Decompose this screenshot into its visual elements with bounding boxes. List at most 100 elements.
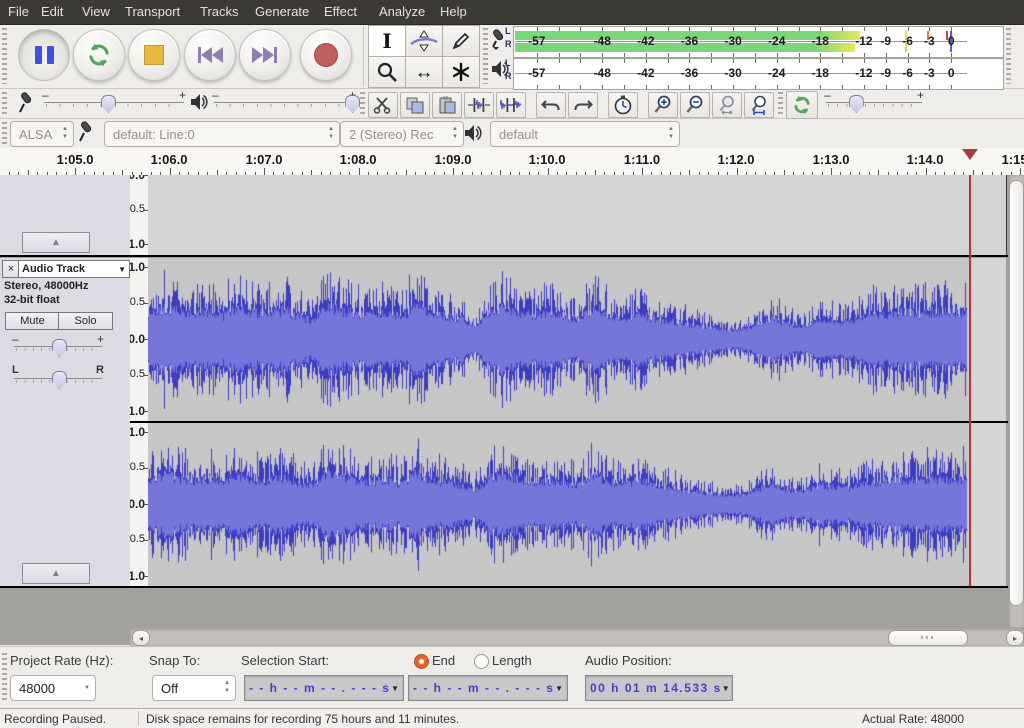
input-channels-select[interactable]: 2 (Stereo) Rec ▲▼ — [340, 121, 464, 147]
output-volume-thumb[interactable] — [345, 95, 360, 113]
amplitude-label: -0.5 — [130, 368, 145, 380]
fit-project-button[interactable] — [744, 92, 774, 118]
track-gain-slider[interactable]: – + — [14, 334, 102, 356]
envelope-tool-button[interactable] — [405, 25, 443, 57]
edit-toolbar-grip[interactable] — [360, 92, 365, 114]
track-title: Audio Track — [22, 263, 85, 275]
audio-position-label: Audio Position: — [585, 653, 672, 668]
record-button[interactable] — [300, 29, 352, 81]
waveform-channel-right[interactable] — [148, 423, 1006, 586]
menu-edit[interactable]: Edit — [41, 4, 63, 19]
scroll-left-button[interactable]: ◂ — [132, 630, 150, 646]
waveform-channel-left[interactable] — [148, 258, 1006, 421]
transport-toolbar-grip[interactable] — [2, 28, 7, 84]
selection-start-field[interactable]: - - h - - m - - . - - - s ▼ — [244, 675, 404, 701]
menu-generate[interactable]: Generate — [255, 4, 309, 19]
pause-button[interactable] — [18, 29, 70, 81]
end-radio[interactable] — [414, 654, 429, 669]
partial-track-vertical-ruler[interactable]: 0.0-0.5-1.0 — [130, 175, 149, 255]
meter-scale-label: -57 — [528, 34, 545, 48]
menu-analyze[interactable]: Analyze — [379, 4, 425, 19]
horizontal-scrollbar-thumb[interactable] — [888, 630, 968, 646]
undo-button[interactable] — [536, 92, 566, 118]
zoom-tool-button[interactable] — [368, 56, 406, 88]
playback-meter[interactable]: -57-48-42-36-30-24-18-12-9-6-30 — [513, 58, 1004, 90]
paste-button[interactable] — [432, 92, 462, 118]
solo-button[interactable]: Solo — [58, 312, 113, 330]
stop-button[interactable] — [128, 29, 180, 81]
amplitude-label: -1.0 — [130, 404, 145, 418]
fit-selection-icon — [716, 95, 738, 115]
menu-effect[interactable]: Effect — [324, 4, 357, 19]
length-radio[interactable] — [474, 654, 489, 669]
menu-view[interactable]: View — [82, 4, 110, 19]
input-volume-slider[interactable]: – + — [44, 90, 184, 112]
track-vertical-ruler-left[interactable]: 1.00.50.0-0.5-1.0 — [130, 258, 149, 421]
close-icon: × — [8, 263, 14, 275]
play-at-speed-button[interactable] — [786, 91, 818, 119]
sync-lock-button[interactable] — [608, 92, 638, 118]
status-disk-space: Disk space remains for recording 75 hour… — [146, 712, 459, 726]
time-label: 1:15.0 — [990, 152, 1024, 167]
timeline-ruler[interactable]: 1:05.0 1:06.0 1:07.0 1:08.0 1:09.0 1:10.… — [0, 148, 1024, 176]
output-volume-slider[interactable]: – + — [214, 90, 354, 112]
meter-scale-label: -48 — [594, 66, 611, 80]
play-loop-button[interactable] — [73, 29, 125, 81]
mute-button[interactable]: Mute — [5, 312, 60, 330]
zoom-out-button[interactable] — [680, 92, 710, 118]
mixer-mic-icon — [18, 91, 36, 115]
output-device-select[interactable]: default ▲▼ — [490, 121, 680, 147]
vertical-scrollbar[interactable] — [1008, 175, 1024, 628]
amplitude-label: 0.5 — [130, 461, 145, 473]
skip-to-start-button[interactable] — [184, 29, 236, 81]
meter-scale-label: -30 — [724, 34, 741, 48]
snap-to-select[interactable]: Off ▲▼ — [152, 675, 236, 701]
horizontal-scrollbar[interactable]: ◂ ▸ — [130, 628, 1024, 646]
track-collapse-button[interactable]: ▲ — [22, 563, 90, 584]
meter-toolbar-grip[interactable] — [1006, 28, 1011, 84]
tools-toolbar-grip[interactable] — [483, 28, 488, 84]
silence-audio-button[interactable] — [496, 92, 526, 118]
track-pan-thumb[interactable] — [52, 371, 67, 389]
audio-host-select[interactable]: ALSA ▲▼ — [10, 121, 74, 147]
audio-position-field[interactable]: 00 h 01 m 14.533 s ▼ — [585, 675, 733, 701]
vertical-scrollbar-thumb[interactable] — [1009, 180, 1024, 606]
menu-tracks[interactable]: Tracks — [200, 4, 239, 19]
menu-file[interactable]: File — [8, 4, 29, 19]
input-device-select[interactable]: default: Line:0 ▲▼ — [104, 121, 340, 147]
device-toolbar-grip[interactable] — [2, 122, 7, 144]
redo-button[interactable] — [568, 92, 598, 118]
skip-to-end-button[interactable] — [239, 29, 291, 81]
track-title-menu[interactable]: Audio Track ▼ — [18, 260, 130, 278]
trim-audio-button[interactable] — [464, 92, 494, 118]
track-gain-thumb[interactable] — [52, 339, 67, 357]
zoom-in-button[interactable] — [648, 92, 678, 118]
selection-tool-button[interactable]: I — [368, 25, 406, 57]
draw-tool-button[interactable] — [442, 25, 480, 57]
partial-track-collapse-button[interactable]: ▲ — [22, 232, 90, 253]
mixer-speaker-icon — [190, 93, 208, 111]
track-format-line1: Stereo, 48000Hz — [4, 280, 88, 292]
cut-button[interactable] — [368, 92, 398, 118]
selection-toolbar-grip[interactable] — [2, 653, 7, 703]
multi-tool-button[interactable] — [442, 56, 480, 88]
timeshift-tool-button[interactable]: ↔ — [405, 56, 443, 88]
speed-min: – — [824, 88, 831, 102]
scroll-right-button[interactable]: ▸ — [1006, 630, 1024, 646]
selection-end-field[interactable]: - - h - - m - - . - - - s ▼ — [408, 675, 568, 701]
mixer-toolbar-grip[interactable] — [2, 92, 7, 114]
playback-speed-thumb[interactable] — [849, 95, 864, 113]
fit-selection-button[interactable] — [712, 92, 742, 118]
menu-help[interactable]: Help — [440, 4, 467, 19]
partial-track-waveform[interactable] — [148, 175, 1007, 255]
transcription-toolbar-grip[interactable] — [778, 92, 783, 114]
input-volume-thumb[interactable] — [101, 95, 116, 113]
project-rate-select[interactable]: 48000 ▼ — [10, 675, 96, 701]
track-pan-slider[interactable]: L R — [14, 366, 102, 388]
recording-meter[interactable]: -57-48-42-36-30-24-18-12-9-6-30 — [513, 26, 1004, 58]
copy-button[interactable] — [400, 92, 430, 118]
spinner-icon: ▲▼ — [452, 125, 458, 141]
track-vertical-ruler-right[interactable]: 1.00.50.0-0.5-1.0 — [130, 423, 149, 586]
playback-speed-slider[interactable]: – + — [826, 90, 922, 112]
menu-transport[interactable]: Transport — [125, 4, 180, 19]
